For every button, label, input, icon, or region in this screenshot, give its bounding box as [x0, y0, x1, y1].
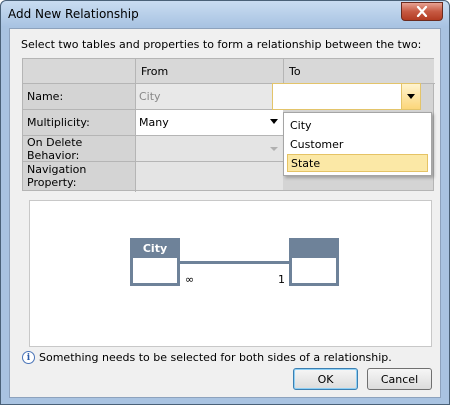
close-icon	[416, 6, 428, 17]
to-name-dropdown-button[interactable]	[401, 84, 420, 109]
grid-line	[23, 109, 285, 110]
right-multiplicity-label: 1	[278, 273, 285, 286]
dialog-content: Select two tables and properties to form…	[9, 28, 441, 398]
dropdown-option-state[interactable]: State	[287, 154, 428, 172]
grid-line	[135, 59, 136, 192]
dropdown-option-customer[interactable]: Customer	[287, 135, 428, 153]
row-label-name: Name:	[23, 84, 135, 109]
row-label-multiplicity: Multiplicity:	[23, 110, 135, 135]
chevron-down-icon	[270, 147, 278, 151]
from-name-field: City	[136, 84, 283, 109]
validation-message-text: Something needs to be selected for both …	[39, 351, 392, 364]
grid-line	[23, 161, 285, 162]
column-header-from: From	[136, 59, 283, 83]
right-entity-box	[289, 238, 339, 286]
info-icon: i	[22, 351, 35, 364]
close-button[interactable]	[401, 2, 443, 21]
dialog-window: Add New Relationship Select two tables a…	[0, 0, 450, 405]
from-on-delete-select	[136, 136, 283, 161]
relationship-connector	[180, 261, 290, 264]
column-header-to: To	[284, 59, 434, 83]
left-entity-body	[133, 258, 177, 283]
row-label-on-delete: On Delete Behavior:	[23, 136, 135, 162]
right-entity-title	[289, 238, 339, 258]
to-name-combobox[interactable]	[272, 83, 421, 110]
grid-line	[23, 135, 285, 136]
ok-button[interactable]: OK	[293, 368, 358, 390]
row-label-navigation: Navigation Property:	[23, 162, 135, 190]
left-multiplicity-label: ∞	[185, 273, 195, 286]
relationship-diagram: City ∞ 1	[29, 200, 432, 347]
right-entity-body	[292, 258, 336, 283]
dropdown-option-city[interactable]: City	[287, 116, 428, 134]
grid-line	[283, 59, 284, 84]
grid-corner	[23, 59, 135, 83]
validation-message: i Something needs to be selected for bot…	[22, 351, 392, 364]
from-multiplicity-value: Many	[139, 116, 169, 129]
from-multiplicity-select[interactable]: Many	[136, 110, 283, 135]
to-name-dropdown-list: City Customer State	[283, 112, 432, 176]
from-navigation-field	[136, 162, 283, 190]
chevron-down-icon	[270, 119, 278, 124]
instruction-text: Select two tables and properties to form…	[21, 38, 422, 51]
chevron-down-icon	[407, 94, 415, 99]
window-title: Add New Relationship	[8, 7, 139, 21]
left-entity-box: City	[130, 238, 180, 286]
cancel-button[interactable]: Cancel	[367, 368, 432, 390]
left-entity-title: City	[142, 241, 168, 255]
title-bar[interactable]: Add New Relationship	[1, 1, 449, 27]
